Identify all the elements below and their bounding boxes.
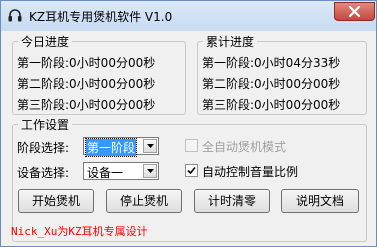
total-progress-title: 累计进度 (203, 33, 258, 50)
total-stage1-label: 第一阶段: (202, 56, 255, 70)
device-select-label: 设备选择: (17, 166, 70, 180)
auto-volume-label: 自动控制音量比例 (202, 165, 299, 179)
auto-mode-checkbox[interactable] (185, 139, 198, 152)
device-select[interactable]: 设备一 (83, 162, 159, 180)
today-stage3-value: 0小时00分00秒 (69, 98, 156, 112)
total-stage2-value: 0小时00分00秒 (254, 77, 341, 91)
close-icon (348, 6, 361, 17)
total-stage3-label: 第三阶段: (202, 98, 255, 112)
headphones-icon (7, 7, 23, 23)
today-progress-group: 今日进度 第一阶段:0小时00分00秒 第二阶段:0小时00分00秒 第三阶段:… (12, 33, 186, 115)
total-progress-group: 累计进度 第一阶段:0小时04分33秒 第二阶段:0小时00分00秒 第三阶段:… (197, 33, 367, 115)
today-stage2-value: 0小时00分00秒 (69, 77, 156, 91)
total-row-stage3: 第三阶段:0小时00分00秒 (202, 96, 340, 113)
checkmark-icon (187, 166, 196, 175)
app-window: KZ耳机专用煲机软件 V1.0 今日进度 第一阶段:0小时00分00秒 第二阶段… (0, 0, 377, 247)
total-stage3-value: 0小时00分00秒 (254, 98, 341, 112)
stage-select[interactable]: 第一阶段 (83, 137, 159, 157)
auto-mode-label: 全自动煲机模式 (202, 140, 287, 154)
today-row-stage1: 第一阶段:0小时00分00秒 (17, 54, 155, 71)
window-title: KZ耳机专用煲机软件 V1.0 (29, 10, 173, 24)
today-stage1-value: 0小时00分00秒 (69, 56, 156, 70)
reset-timer-button[interactable]: 计时清零 (194, 189, 270, 213)
stop-button[interactable]: 停止煲机 (106, 189, 182, 213)
start-button[interactable]: 开始煲机 (18, 189, 94, 213)
footer-credit: Nick_Xu为KZ耳机专属设计 (11, 225, 148, 238)
device-select-value: 设备一 (87, 166, 124, 180)
today-stage1-label: 第一阶段: (17, 56, 70, 70)
work-settings-title: 工作设置 (18, 116, 73, 133)
total-stage1-value: 0小时04分33秒 (254, 56, 341, 70)
stage-select-value: 第一阶段 (84, 138, 138, 157)
today-row-stage2: 第二阶段:0小时00分00秒 (17, 75, 155, 92)
today-stage3-label: 第三阶段: (17, 98, 70, 112)
today-row-stage3: 第三阶段:0小时00分00秒 (17, 96, 155, 113)
total-stage2-label: 第二阶段: (202, 77, 255, 91)
today-stage2-label: 第二阶段: (17, 77, 70, 91)
today-progress-title: 今日进度 (18, 33, 73, 50)
docs-button[interactable]: 说明文档 (281, 189, 359, 213)
chevron-down-icon[interactable] (143, 139, 157, 153)
auto-volume-checkbox[interactable] (185, 164, 198, 177)
chevron-down-icon[interactable] (143, 164, 157, 178)
total-row-stage2: 第二阶段:0小时00分00秒 (202, 75, 340, 92)
title-bar[interactable]: KZ耳机专用煲机软件 V1.0 (1, 1, 376, 31)
client-area: 今日进度 第一阶段:0小时00分00秒 第二阶段:0小时00分00秒 第三阶段:… (8, 31, 370, 242)
close-button[interactable] (334, 2, 375, 21)
total-row-stage1: 第一阶段:0小时04分33秒 (202, 54, 340, 71)
stage-select-label: 阶段选择: (17, 141, 70, 155)
